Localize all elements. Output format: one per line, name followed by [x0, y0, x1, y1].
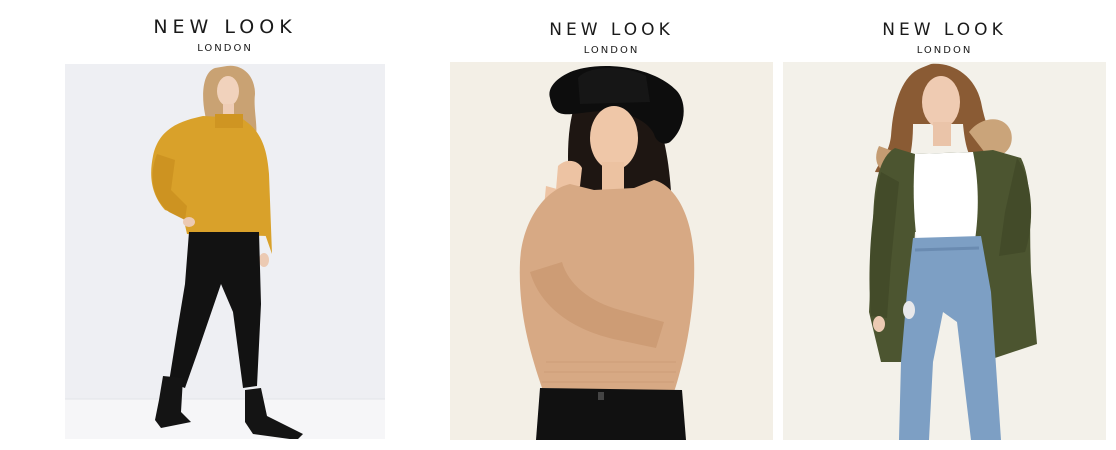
brand-logo[interactable]: NEW LOOK LONDON [450, 20, 773, 56]
brand-sub: LONDON [197, 43, 253, 54]
brand-name: NEW LOOK [882, 20, 1007, 40]
brand-sub: LONDON [583, 45, 640, 56]
product-photo-khaki-parka[interactable] [783, 62, 1106, 440]
product-photo-mustard-jumper[interactable] [65, 64, 385, 439]
photo-illustration [450, 62, 773, 440]
photo-illustration [65, 64, 385, 439]
product-photo-camel-knit-jumper[interactable] [450, 62, 773, 440]
brand-sub: LONDON [916, 45, 973, 56]
brand-logo[interactable]: NEW LOOK LONDON [65, 16, 385, 54]
brand-logo[interactable]: NEW LOOK LONDON [783, 20, 1106, 56]
brand-name: NEW LOOK [153, 16, 297, 38]
photo-illustration [783, 62, 1106, 440]
brand-name: NEW LOOK [549, 20, 674, 40]
